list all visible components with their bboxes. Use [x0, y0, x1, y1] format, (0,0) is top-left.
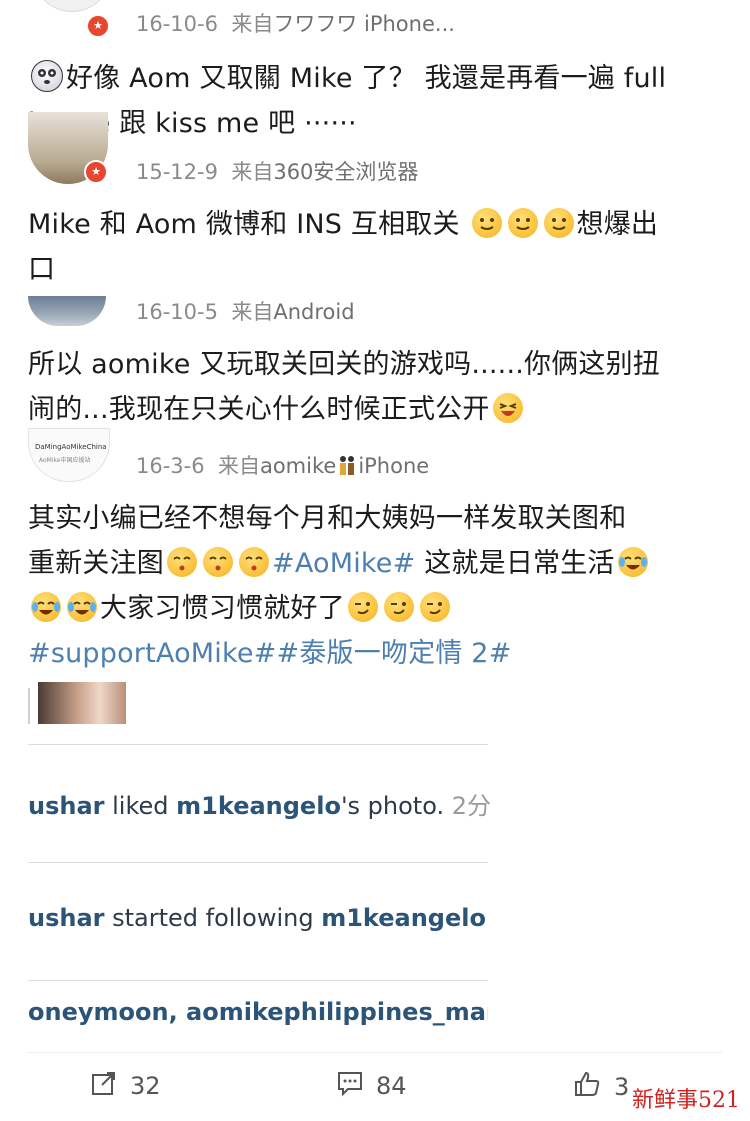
comment-count: 84	[376, 1072, 407, 1100]
wink-emoji-icon	[347, 592, 378, 622]
site-watermark: 新鲜事521	[632, 1088, 740, 1113]
comment-text: 所以 aomike 又玩取关回关的游戏吗......你俩这别扭 闹的...我现在…	[28, 349, 661, 425]
activity-item[interactable]: ushar started following m1keangelo	[28, 904, 486, 932]
source-prefix: 来自	[231, 300, 274, 324]
comment-source: Android	[273, 300, 355, 324]
source-prefix: 来自	[231, 12, 274, 36]
blushing-kiss-emoji-icon	[203, 547, 233, 577]
divider	[28, 1052, 722, 1053]
comment-meta: 16-10-6 来自フワフワ iPhone...	[136, 8, 455, 38]
like-count: 3	[614, 1073, 630, 1101]
username-link[interactable]: m1keangelo	[176, 792, 341, 820]
tears-of-joy-emoji-icon	[31, 592, 61, 622]
photo-thumbnail[interactable]	[38, 682, 126, 724]
comment-button[interactable]: 84	[336, 1069, 407, 1103]
comment-date: 16-3-6	[136, 454, 205, 478]
thumbnail-divider	[28, 688, 30, 724]
divider	[28, 744, 488, 745]
comment-meta: 16-3-6 来自aomike iPhone	[136, 450, 429, 480]
hashtag-link[interactable]: #AoMike#	[272, 548, 415, 579]
laughing-emoji-icon	[492, 393, 523, 423]
activity-time: 2分	[451, 792, 492, 820]
panda-face-icon	[31, 60, 63, 92]
activity-item[interactable]: oneymoon, aomikephilippines_mary	[28, 998, 488, 1026]
username-link[interactable]: m1keangelo	[321, 904, 486, 932]
wink-emoji-icon	[419, 592, 450, 622]
comment-source: 360安全浏览器	[273, 160, 419, 184]
smile-emoji-icon	[543, 208, 574, 238]
smile-emoji-icon	[507, 208, 538, 238]
comment-date: 16-10-6	[136, 12, 218, 36]
username-list[interactable]: oneymoon, aomikephilippines_mary	[28, 998, 488, 1026]
repost-button[interactable]: 32	[90, 1069, 161, 1103]
source-prefix: 来自	[217, 454, 260, 478]
source-prefix: 来自	[231, 160, 274, 184]
comment-source: aomike	[259, 454, 337, 478]
activity-item[interactable]: ushar liked m1keangelo's photo. 2分	[28, 786, 491, 821]
avatar[interactable]	[28, 296, 106, 326]
vip-badge-icon: ★	[84, 160, 108, 184]
divider	[28, 862, 488, 863]
comment-source-suffix: iPhone	[358, 454, 430, 478]
blushing-kiss-emoji-icon	[239, 547, 269, 577]
vip-badge-icon: ★	[86, 14, 110, 38]
wink-emoji-icon	[383, 592, 414, 622]
divider	[28, 980, 488, 981]
tears-of-joy-emoji-icon	[617, 547, 648, 577]
username-link[interactable]: ushar	[28, 792, 105, 820]
repost-icon	[90, 1069, 118, 1103]
comment-meta: 15-12-9 来自360安全浏览器	[136, 156, 418, 186]
username-link[interactable]: ushar	[28, 904, 105, 932]
comment-icon	[336, 1069, 364, 1103]
repost-count: 32	[130, 1072, 161, 1100]
couple-icon	[336, 454, 358, 476]
blushing-kiss-emoji-icon	[167, 547, 197, 577]
tears-of-joy-emoji-icon	[67, 592, 97, 622]
comment-date: 15-12-9	[136, 160, 218, 184]
smile-emoji-icon	[471, 208, 502, 238]
comment-text: Mike 和 Aom 微博和 INS 互相取关 想爆出 口	[28, 208, 659, 285]
comment-meta: 16-10-5 来自Android	[136, 296, 355, 326]
avatar[interactable]	[32, 0, 112, 12]
avatar[interactable]: DaMingAoMikeChina AoMike中国应援站	[28, 428, 110, 482]
comment-date: 16-10-5	[136, 300, 218, 324]
comment-text: 好像 Aom 又取關 Mike 了？ 我還是再看一遍 full house 跟 …	[28, 56, 728, 146]
comment-source: フワフワ iPhone...	[273, 12, 455, 36]
comment-text: 其实小编已经不想每个月和大姨妈一样发取关图和 重新关注图 #AoMike# 这就是…	[28, 496, 728, 676]
like-button[interactable]: 3	[572, 1069, 629, 1105]
hashtag-link[interactable]: #supportAoMike##泰版一吻定情 2#	[28, 631, 728, 676]
thumbs-up-icon	[572, 1069, 602, 1105]
